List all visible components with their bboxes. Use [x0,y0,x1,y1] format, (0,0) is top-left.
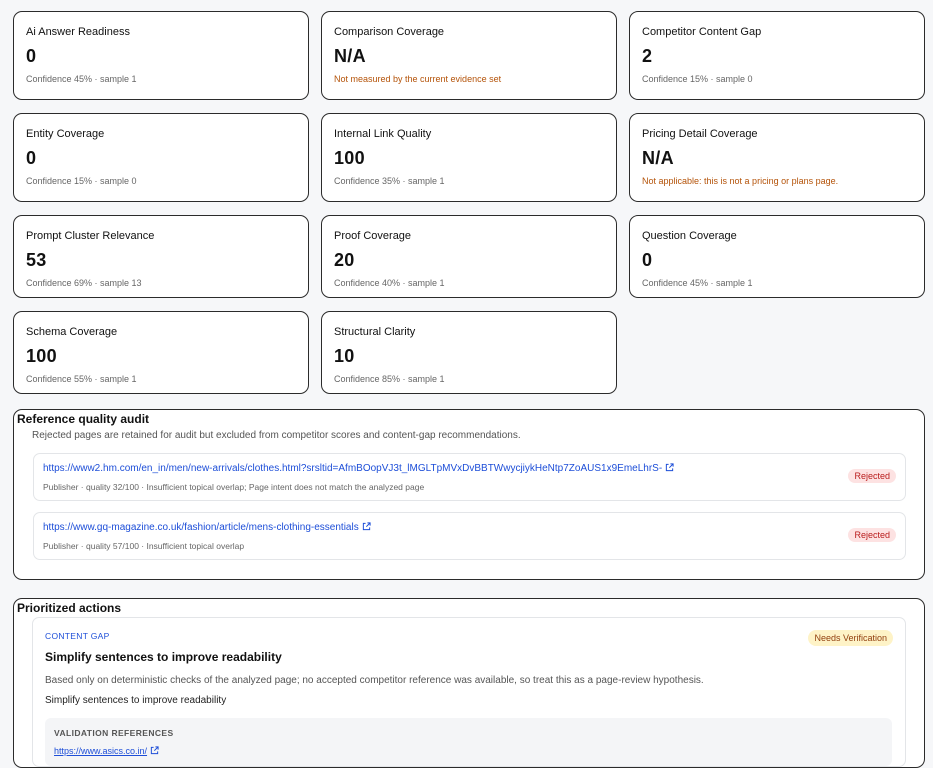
metric-card-pricing-detail-coverage: Pricing Detail Coverage N/A Not applicab… [629,113,925,202]
metric-value: 100 [26,346,57,366]
metric-confidence: Confidence 40% · sample 1 [334,278,445,288]
reference-meta: Publisher · quality 32/100 · Insufficien… [43,482,425,492]
metric-label: Proof Coverage [334,230,412,242]
metric-label: Internal Link Quality [334,128,432,140]
action-title: Simplify sentences to improve readabilit… [45,650,282,664]
metric-card-prompt-cluster-relevance: Prompt Cluster Relevance 53 Confidence 6… [13,215,309,298]
metric-card-question-coverage: Question Coverage 0 Confidence 45% · sam… [629,215,925,298]
validation-title: VALIDATION REFERENCES [54,728,174,738]
section-title: Prioritized actions [17,601,122,615]
metric-label: Prompt Cluster Relevance [26,230,155,242]
validation-url: https://www.asics.co.in/ [54,746,148,756]
metric-label: Schema Coverage [26,326,118,338]
metric-card-internal-link-quality: Internal Link Quality 100 Confidence 35%… [321,113,617,202]
metric-value: 0 [642,250,653,270]
external-link-icon [666,463,674,472]
metric-value: N/A [334,46,366,66]
metric-label: Entity Coverage [26,128,105,140]
metric-label: Question Coverage [642,230,737,242]
reference-row: https://www.gq-magazine.co.uk/fashion/ar… [33,512,906,560]
metric-value: 20 [334,250,355,270]
metric-confidence: Confidence 69% · sample 13 [26,278,142,288]
reference-meta: Publisher · quality 57/100 · Insufficien… [43,541,245,551]
reference-link[interactable]: https://www2.hm.com/en_in/men/new-arriva… [43,463,674,474]
metric-confidence: Confidence 15% · sample 0 [26,176,137,186]
metric-label: Comparison Coverage [334,26,445,38]
metric-confidence: Confidence 55% · sample 1 [26,374,137,384]
action-card: CONTENT GAP Needs Verification Simplify … [32,617,906,767]
verification-badge: Needs Verification [808,630,893,646]
reference-quality-audit-panel: Reference quality audit Rejected pages a… [13,409,925,580]
reference-url: https://www.gq-magazine.co.uk/fashion/ar… [43,522,359,533]
metric-value: 2 [642,46,653,66]
metric-label: Competitor Content Gap [642,26,762,38]
status-badge: Rejected [848,469,896,483]
action-recommendation: Simplify sentences to improve readabilit… [45,695,227,706]
metric-value: 0 [26,148,37,168]
metric-card-competitor-content-gap: Competitor Content Gap 2 Confidence 15% … [629,11,925,100]
external-link-icon [362,522,371,531]
metric-value: 53 [26,250,47,270]
action-category: CONTENT GAP [45,631,110,641]
metric-label: Ai Answer Readiness [26,26,130,38]
metric-card-comparison-coverage: Comparison Coverage N/A Not measured by … [321,11,617,100]
reference-url: https://www2.hm.com/en_in/men/new-arriva… [43,463,663,474]
metric-card-proof-coverage: Proof Coverage 20 Confidence 40% · sampl… [321,215,617,298]
section-title: Reference quality audit [17,412,150,426]
metric-card-structural-clarity: Structural Clarity 10 Confidence 85% · s… [321,311,617,394]
metric-note: Not measured by the current evidence set [334,74,502,84]
reference-link[interactable]: https://www.gq-magazine.co.uk/fashion/ar… [43,522,371,533]
section-description: Rejected pages are retained for audit bu… [32,430,521,441]
validation-link[interactable]: https://www.asics.co.in/ [54,746,159,756]
metric-value: 0 [26,46,37,66]
metrics-grid: Ai Answer Readiness 0 Confidence 45% · s… [13,11,925,394]
metric-label: Pricing Detail Coverage [642,128,758,140]
validation-references: VALIDATION REFERENCES https://www.asics.… [45,718,892,766]
metric-value: 10 [334,346,355,366]
metric-confidence: Confidence 45% · sample 1 [642,278,753,288]
metric-confidence: Confidence 45% · sample 1 [26,74,137,84]
reference-row: https://www2.hm.com/en_in/men/new-arriva… [33,453,906,501]
prioritized-actions-panel: Prioritized actions CONTENT GAP Needs Ve… [13,598,925,768]
status-badge: Rejected [848,528,896,542]
metric-confidence: Confidence 85% · sample 1 [334,374,445,384]
metric-confidence: Confidence 35% · sample 1 [334,176,445,186]
action-description: Based only on deterministic checks of th… [45,675,704,686]
metric-value: 100 [334,148,365,168]
metric-card-ai-answer-readiness: Ai Answer Readiness 0 Confidence 45% · s… [13,11,309,100]
metric-label: Structural Clarity [334,326,416,338]
metric-card-entity-coverage: Entity Coverage 0 Confidence 15% · sampl… [13,113,309,202]
metric-value: N/A [642,148,674,168]
metric-note: Not applicable: this is not a pricing or… [642,176,839,186]
metric-confidence: Confidence 15% · sample 0 [642,74,753,84]
metric-card-schema-coverage: Schema Coverage 100 Confidence 55% · sam… [13,311,309,394]
